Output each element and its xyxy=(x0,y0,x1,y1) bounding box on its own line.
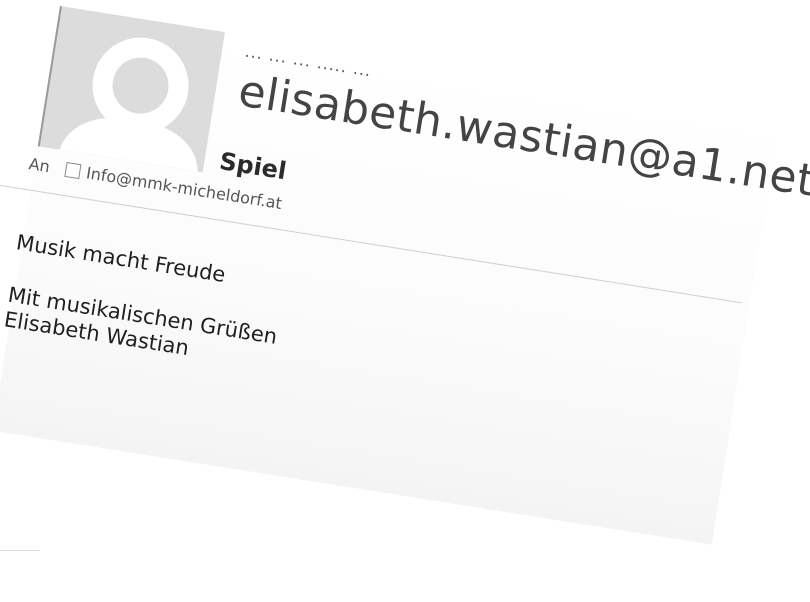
email-subject: Spiel xyxy=(217,147,289,186)
email-reading-pane: ... ... ... ..... ... elisabeth.wastian@… xyxy=(0,6,810,545)
to-label: An xyxy=(27,153,52,176)
email-body: Musik macht Freude Mit musikalischen Grü… xyxy=(2,230,571,419)
avatar[interactable] xyxy=(37,6,225,173)
checkbox-icon[interactable] xyxy=(64,161,82,179)
person-silhouette-icon xyxy=(59,37,198,172)
divider-stub xyxy=(0,550,40,551)
sender-email[interactable]: elisabeth.wastian@a1.net xyxy=(235,65,810,207)
email-view: ... ... ... ..... ... elisabeth.wastian@… xyxy=(0,0,810,602)
